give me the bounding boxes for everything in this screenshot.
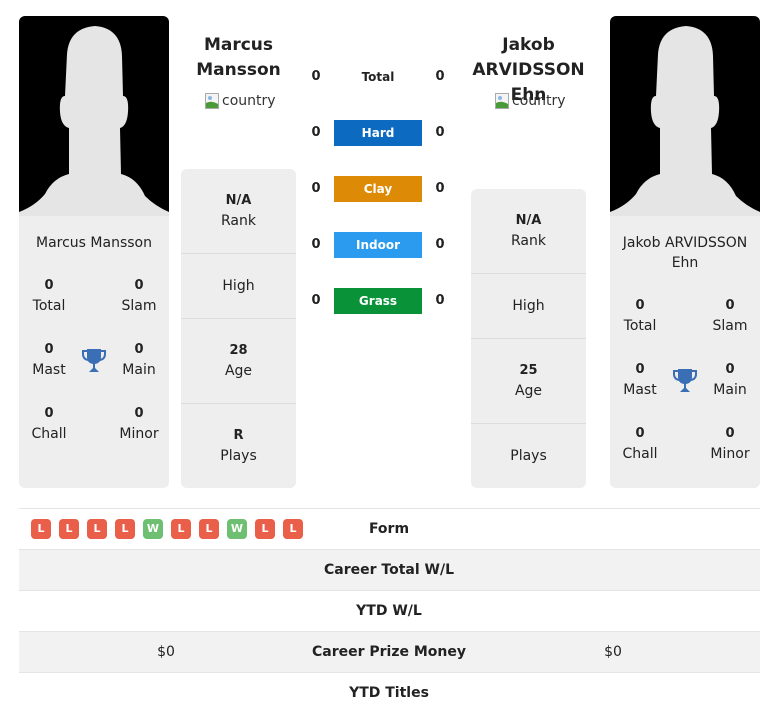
surface-row-hard: 0 Hard 0 xyxy=(306,120,450,146)
player1-high: High xyxy=(181,254,296,319)
player1-country-flag: country xyxy=(205,93,276,109)
trophy-icon xyxy=(673,369,697,392)
player1-name[interactable]: Marcus Mansson xyxy=(181,33,296,83)
player2-high: High xyxy=(471,274,586,339)
form-badge-loss[interactable]: L xyxy=(255,519,275,539)
player1-card-name: Marcus Mansson xyxy=(36,235,152,251)
form-badge-win[interactable]: W xyxy=(227,519,247,539)
form-badge-win[interactable]: W xyxy=(143,519,163,539)
player2-age: 25 Age xyxy=(471,339,586,424)
form-badge-loss[interactable]: L xyxy=(199,519,219,539)
form-badge-loss[interactable]: L xyxy=(59,519,79,539)
player2-country-flag: country xyxy=(495,93,566,109)
table-row-career-prize-money: $0 Career Prize Money $0 xyxy=(19,631,760,672)
player2-stat-mast: 0 Mast xyxy=(623,362,657,398)
surface-row-indoor: 0 Indoor 0 xyxy=(306,232,450,258)
player1-stat-total: 0 Total xyxy=(32,278,66,314)
player2-card-name: Jakob ARVIDSSON Ehn xyxy=(622,235,748,271)
surface-badge-clay[interactable]: Clay xyxy=(334,176,422,202)
table-row-ytd-titles: YTD Titles xyxy=(19,672,760,713)
form-badge-loss[interactable]: L xyxy=(87,519,107,539)
table-row-form: LLLLWLLWLL Form xyxy=(19,508,760,549)
player2-photo xyxy=(610,16,760,216)
trophy-icon xyxy=(82,349,106,372)
form-badge-loss[interactable]: L xyxy=(115,519,135,539)
surface-row-total: 0 Total 0 xyxy=(306,64,450,90)
broken-image-icon xyxy=(205,93,221,109)
surface-row-grass: 0 Grass 0 xyxy=(306,288,450,314)
player2-info-panel: N/A Rank High 25 Age Plays xyxy=(471,189,586,488)
surface-row-clay: 0 Clay 0 xyxy=(306,176,450,202)
player2-plays: Plays xyxy=(510,448,547,464)
silhouette-icon xyxy=(19,26,169,216)
form-badges: LLLLWLLWLL xyxy=(31,519,303,539)
player1-card: Marcus Mansson 0 Total 0 Slam 0 Mast 0 M… xyxy=(19,16,169,488)
player1-stat-main: 0 Main xyxy=(122,342,156,378)
player2-card: Jakob ARVIDSSON Ehn 0 Total 0 Slam 0 Mas… xyxy=(610,16,760,488)
player2-stat-main: 0 Main xyxy=(713,362,747,398)
player1-stat-mast: 0 Mast xyxy=(32,342,66,378)
surface-badge-indoor[interactable]: Indoor xyxy=(334,232,422,258)
player2-rank: N/A Rank xyxy=(471,189,586,274)
table-row-ytd-wl: YTD W/L xyxy=(19,590,760,631)
table-row-career-total-wl: Career Total W/L xyxy=(19,549,760,590)
player1-age: 28 Age xyxy=(181,319,296,404)
player1-plays: R Plays xyxy=(220,428,257,464)
player1-rank: N/A Rank xyxy=(181,169,296,254)
player1-stat-minor: 0 Minor xyxy=(119,406,159,442)
player2-stat-chall: 0 Chall xyxy=(622,426,658,462)
player1-info-panel: N/A Rank High 28 Age R Plays xyxy=(181,169,296,488)
surface-badge-hard[interactable]: Hard xyxy=(334,120,422,146)
surface-badge-grass[interactable]: Grass xyxy=(334,288,422,314)
silhouette-icon xyxy=(610,26,760,216)
player1-stat-chall: 0 Chall xyxy=(31,406,67,442)
player2-stat-minor: 0 Minor xyxy=(710,426,750,462)
broken-image-icon xyxy=(495,93,511,109)
player1-stat-slam: 0 Slam xyxy=(121,278,157,314)
player2-stat-total: 0 Total xyxy=(623,298,657,334)
form-badge-loss[interactable]: L xyxy=(171,519,191,539)
surface-label-total: Total xyxy=(361,70,395,84)
player2-stat-slam: 0 Slam xyxy=(712,298,748,334)
player1-photo xyxy=(19,16,169,216)
form-badge-loss[interactable]: L xyxy=(31,519,51,539)
